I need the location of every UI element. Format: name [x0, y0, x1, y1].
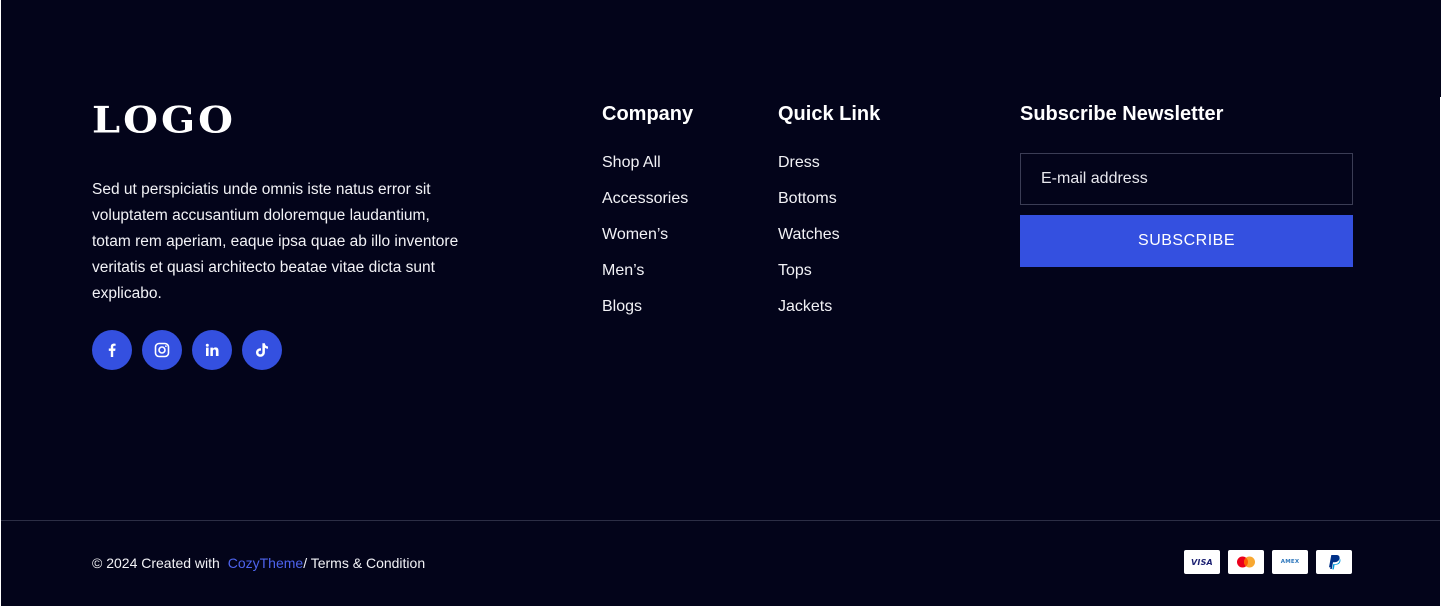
amex-icon: AMEX — [1272, 550, 1308, 574]
copyright-text: © 2024 Created with — [92, 555, 220, 571]
quick-link-title: Quick Link — [778, 103, 881, 125]
tiktok-icon — [256, 343, 268, 357]
quick-links: Dress Bottoms Watches Tops Jackets — [778, 153, 880, 317]
amex-label: AMEX — [1280, 559, 1300, 565]
linkedin-link[interactable] — [192, 330, 232, 370]
company-column: Company Shop All Accessories Women’s Men… — [602, 100, 693, 333]
email-input[interactable] — [1020, 153, 1353, 205]
brand-description: Sed ut perspiciatis unde omnis iste natu… — [92, 181, 459, 302]
tiktok-link[interactable] — [242, 330, 282, 370]
link-mens[interactable]: Men’s — [602, 261, 693, 281]
visa-icon: VISA — [1184, 550, 1220, 574]
link-watches[interactable]: Watches — [778, 225, 880, 245]
site-footer: LOGO Sed ut perspiciatis unde omnis iste… — [1, 0, 1441, 606]
instagram-icon — [154, 342, 170, 358]
link-bottoms[interactable]: Bottoms — [778, 189, 880, 209]
mastercard-icon — [1228, 550, 1264, 574]
newsletter-section: Subscribe Newsletter SUBSCRIBE — [1020, 100, 1353, 267]
instagram-link[interactable] — [142, 330, 182, 370]
terms-link[interactable]: / Terms & Condition — [303, 555, 425, 571]
cozytheme-link[interactable]: CozyTheme — [228, 555, 303, 571]
link-shop-all[interactable]: Shop All — [602, 153, 693, 173]
company-title: Company — [602, 103, 694, 125]
newsletter-title: Subscribe Newsletter — [1020, 103, 1224, 125]
visa-label: VISA — [1191, 557, 1213, 567]
facebook-icon — [108, 343, 116, 357]
quick-link-column: Quick Link Dress Bottoms Watches Tops Ja… — [778, 100, 880, 333]
link-accessories[interactable]: Accessories — [602, 189, 693, 209]
company-links: Shop All Accessories Women’s Men’s Blogs — [602, 153, 693, 317]
linkedin-icon — [205, 343, 219, 356]
footer-divider — [1, 520, 1441, 521]
subscribe-button[interactable]: SUBSCRIBE — [1020, 215, 1353, 267]
link-womens[interactable]: Women’s — [602, 225, 693, 245]
link-jackets[interactable]: Jackets — [778, 297, 880, 317]
link-blogs[interactable]: Blogs — [602, 297, 693, 317]
payment-methods: VISA AMEX — [1184, 550, 1352, 574]
copyright: © 2024 Created with CozyTheme/ Terms & C… — [92, 554, 425, 572]
facebook-link[interactable] — [92, 330, 132, 370]
paypal-icon — [1316, 550, 1352, 574]
link-dress[interactable]: Dress — [778, 153, 880, 173]
link-tops[interactable]: Tops — [778, 261, 880, 281]
logo[interactable]: LOGO — [92, 102, 236, 139]
social-links — [92, 330, 282, 370]
